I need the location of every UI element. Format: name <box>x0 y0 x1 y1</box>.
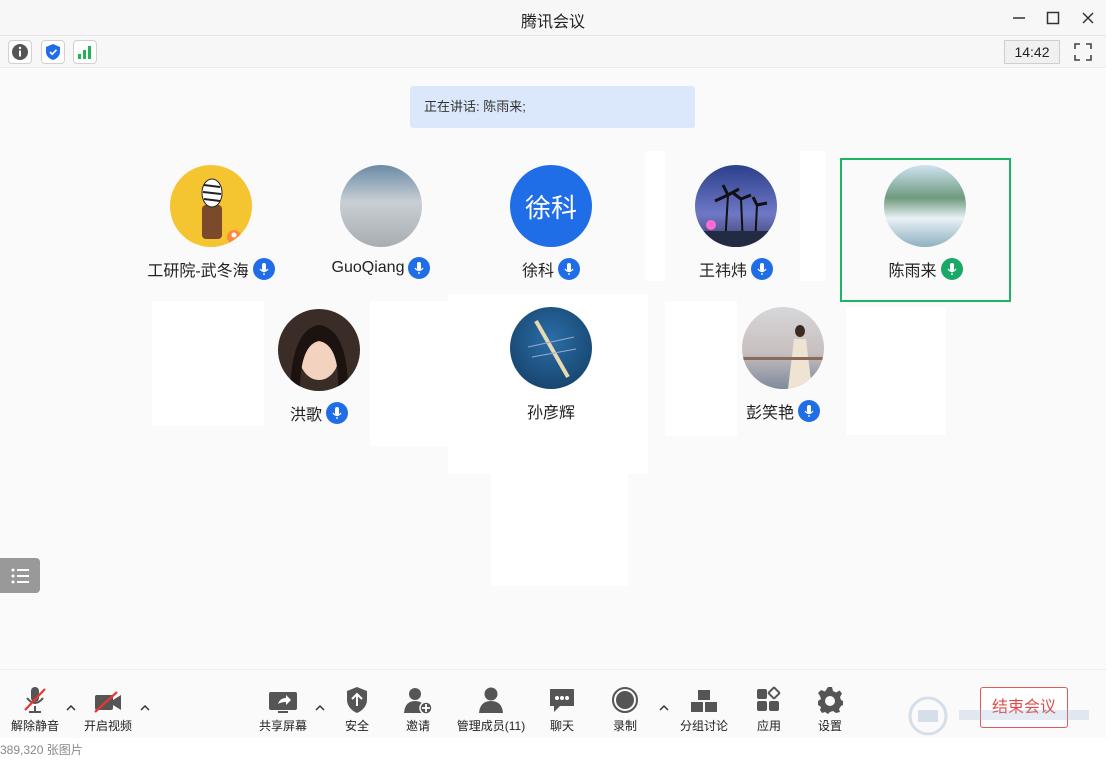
breakout-icon <box>690 684 718 714</box>
start-video-button[interactable]: 开启视频 <box>72 684 144 734</box>
camera-off-icon <box>93 684 123 714</box>
mic-icon <box>408 257 431 279</box>
mic-active-icon <box>940 258 963 280</box>
apps-label: 应用 <box>756 719 781 733</box>
unmute-label: 解除静音 <box>10 719 59 733</box>
participant-name: 孙彦辉 <box>526 405 575 422</box>
gear-icon <box>816 684 844 714</box>
participant-name: 徐科 <box>521 263 554 280</box>
avatar <box>884 165 966 247</box>
participant-tile[interactable]: 孙彦辉 <box>466 301 636 445</box>
window-edge <box>1106 0 1120 739</box>
window-title: 腾讯会议 <box>520 14 585 31</box>
footer-status: 389,320 张图片 <box>0 739 1120 761</box>
breakout-rooms-button[interactable]: 分组讨论 <box>668 684 740 734</box>
chat-label: 聊天 <box>549 719 574 733</box>
avatar <box>340 165 422 247</box>
participant-name: 洪歌 <box>289 407 322 424</box>
participant-name: 王祎炜 <box>698 263 747 280</box>
mic-icon <box>326 402 348 424</box>
members-icon <box>477 684 505 714</box>
settings-button[interactable]: 设置 <box>794 684 866 734</box>
start-video-label: 开启视频 <box>83 719 132 733</box>
share-screen-label: 共享屏幕 <box>258 719 307 733</box>
manage-members-label: 管理成员(11) <box>456 719 526 733</box>
participant-tile[interactable]: GuoQiang <box>296 159 466 303</box>
mic-icon <box>558 258 580 280</box>
title-bar: 腾讯会议 <box>0 0 1106 36</box>
mic-icon <box>798 400 820 422</box>
participant-tile[interactable]: 徐科 徐科 <box>466 159 636 303</box>
record-label: 录制 <box>612 719 637 733</box>
mic-icon <box>252 258 275 280</box>
participant-name: 工研院-武冬海 <box>147 263 249 280</box>
meeting-info-bar: 14:42 <box>0 36 1106 68</box>
speaking-indicator: 正在讲话: 陈雨来; <box>410 86 695 128</box>
security-label: 安全 <box>344 719 369 733</box>
mic-muted-icon <box>22 684 48 714</box>
meeting-clock: 14:42 <box>1004 40 1060 64</box>
participant-tile[interactable]: 洪歌 <box>234 303 404 447</box>
share-screen-icon <box>268 684 298 714</box>
add-user-icon <box>404 684 432 714</box>
member-list-toggle-icon[interactable] <box>0 558 40 593</box>
breakout-rooms-label: 分组讨论 <box>679 719 728 733</box>
unmute-button[interactable]: 解除静音 <box>0 684 71 734</box>
avatar <box>742 307 824 389</box>
participant-name: 彭笑艳 <box>745 405 794 422</box>
mic-icon <box>751 258 773 280</box>
participant-tile[interactable]: 工研院-武冬海 <box>126 159 296 303</box>
avatar: 徐科 <box>510 165 592 247</box>
close-button[interactable] <box>1076 6 1100 30</box>
minimize-button[interactable] <box>1007 6 1031 30</box>
record-icon <box>611 684 639 714</box>
info-icon[interactable] <box>8 40 32 64</box>
chevron-up-icon[interactable] <box>138 700 152 714</box>
signal-icon[interactable] <box>73 40 97 64</box>
security-shield-icon <box>345 684 369 714</box>
shield-icon[interactable] <box>41 40 65 64</box>
invite-label: 邀请 <box>405 719 430 733</box>
settings-label: 设置 <box>817 719 842 733</box>
chat-icon <box>548 684 576 714</box>
avatar <box>170 165 252 247</box>
participant-name: GuoQiang <box>331 259 405 276</box>
watermark-logo <box>904 696 1104 736</box>
meeting-toolbar: 解除静音 开启视频 共享屏幕 安全 邀请 管理成员(11) 聊天 录制 分组讨论… <box>0 669 1106 738</box>
chat-button[interactable]: 聊天 <box>526 684 598 734</box>
participant-name: 陈雨来 <box>888 263 937 280</box>
avatar <box>278 309 360 391</box>
participant-tile[interactable]: 彭笑艳 <box>698 301 868 445</box>
maximize-button[interactable] <box>1041 6 1065 30</box>
share-screen-button[interactable]: 共享屏幕 <box>247 684 319 734</box>
video-gallery: 正在讲话: 陈雨来; 工研院-武冬海 GuoQiang 徐科 徐科 王祎炜 陈雨… <box>0 69 1106 669</box>
apps-icon <box>755 684 783 714</box>
active-speaker-tile[interactable]: 陈雨来 <box>840 158 1011 302</box>
avatar <box>510 307 592 389</box>
record-button[interactable]: 录制 <box>589 684 661 734</box>
fullscreen-icon[interactable] <box>1071 40 1095 64</box>
participant-tile[interactable]: 王祎炜 <box>651 159 821 303</box>
manage-members-button[interactable]: 管理成员(11) <box>444 684 538 734</box>
avatar <box>695 165 777 247</box>
